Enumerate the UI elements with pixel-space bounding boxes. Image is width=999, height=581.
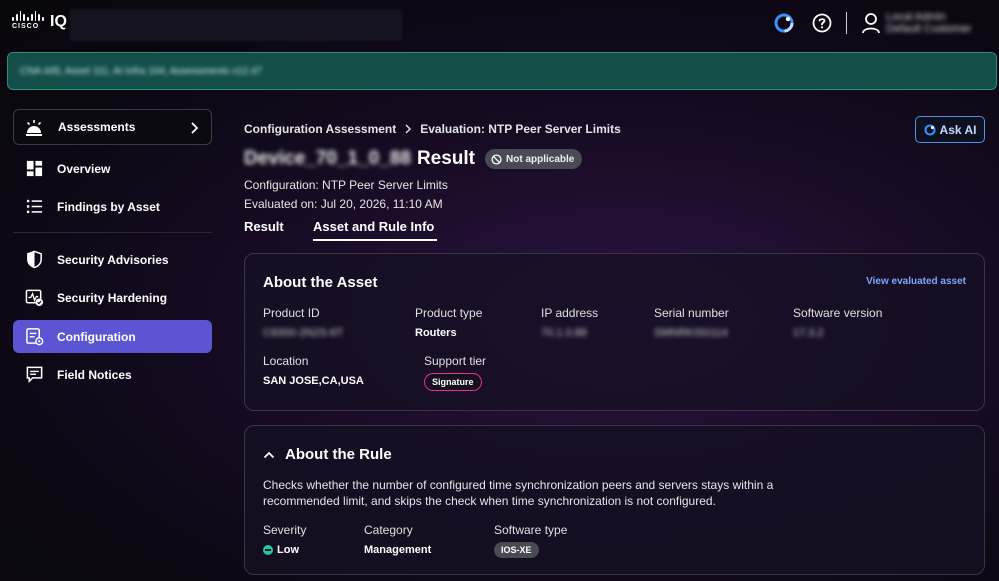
chevron-up-icon[interactable] [263,450,275,460]
field-category: Category Management [364,523,431,556]
user-menu[interactable]: Local Admin Default Customer [886,11,972,35]
sidebar-item-label: Security Hardening [57,290,168,305]
breadcrumb-current: Evaluation: NTP Peer Server Limits [420,122,621,136]
field-location: Location SAN JOSE,CA,USA [263,354,364,387]
sidebar-item-label: Assessments [58,120,136,134]
field-label: Location [263,354,309,368]
top-bar: CISCO IQ Local Admin Default Customer [0,0,999,46]
device-name: Device_70_1_0_88 [244,148,411,169]
field-product-id: Product ID C8300-2N2S-6T [263,306,343,339]
sidebar-item-label: Field Notices [57,367,132,382]
ai-assistant-icon[interactable] [774,13,794,33]
sidebar-item-assessments[interactable]: Assessments [13,109,212,145]
info-banner: CNA 445, Asset 111, AI Infra 104, Assess… [7,52,997,90]
ai-assistant-icon [923,123,936,136]
sidebar-item-configuration[interactable]: Configuration [13,320,212,353]
list-icon [26,199,43,214]
field-label: Severity [263,523,307,537]
ask-ai-button[interactable]: Ask AI [915,116,985,143]
sidebar-item-label: Security Advisories [57,252,169,267]
field-software-version: Software version 17.3.2 [793,306,882,339]
result-title: Result [416,148,476,169]
sidebar-item-security-advisories[interactable]: Security Advisories [13,243,212,276]
logo-text: CISCO [12,23,40,30]
dashboard-icon [26,160,43,177]
app-name: IQ [50,13,67,30]
tab-asset-and-rule-info[interactable]: Asset and Rule Info [313,219,434,241]
rule-card-title: About the Rule [285,446,392,463]
logo-bars-icon [12,11,45,21]
sidebar-item-label: Configuration [57,329,136,344]
severity-value: Low [263,544,306,556]
asset-card: About the Asset View evaluated asset Pro… [244,253,985,411]
field-severity: Severity Low [263,523,306,556]
rule-card-header[interactable]: About the Rule [263,446,392,463]
field-label: Support tier [424,354,487,368]
field-label: Serial number [654,306,729,320]
field-label: Software type [494,523,568,537]
field-serial-number: Serial number SMNRKIS0114 [654,306,729,339]
user-org: Default Customer [886,23,972,35]
field-value: Management [364,544,432,556]
field-label: Product ID [263,306,320,320]
status-badge: Not applicable [485,149,583,169]
field-value: 70.1.0.88 [541,327,587,339]
breadcrumb: Configuration Assessment Evaluation: NTP… [244,122,621,136]
sidebar-item-overview[interactable]: Overview [13,152,212,185]
software-type-badge: IOS-XE [494,542,539,558]
tab-result[interactable]: Result [244,219,284,241]
config-icon [26,328,44,346]
hardening-icon [25,289,44,307]
user-name: Local Admin [886,11,946,23]
sidebar-divider [13,232,212,233]
field-value: C8300-2N2S-6T [263,327,344,339]
severity-low-icon [263,545,273,555]
breadcrumb-parent[interactable]: Configuration Assessment [244,122,396,136]
field-label: Category [364,523,413,537]
not-applicable-icon [491,153,502,165]
field-label: Software version [793,306,883,320]
field-ip-address: IP address 70.1.0.88 [541,306,598,339]
field-value: Routers [415,327,457,339]
header-divider [846,12,847,34]
ask-ai-label: Ask AI [939,122,977,137]
chevron-right-icon [405,124,412,134]
sidebar-item-label: Findings by Asset [57,199,160,214]
help-icon[interactable] [812,13,832,33]
field-product-type: Product type Routers [415,306,482,339]
user-avatar-icon[interactable] [861,12,881,34]
asset-card-title: About the Asset [263,274,378,291]
field-value: 17.3.2 [793,327,824,339]
cisco-logo[interactable]: CISCO [12,11,45,30]
field-label: IP address [541,306,599,320]
page-title: Device_70_1_0_88 Result Not applicable [244,148,583,170]
support-tier-badge: Signature [424,373,482,391]
notice-icon [26,366,43,383]
field-software-type: Software type IOS-XE [494,523,567,558]
severity-text: Low [277,544,299,556]
sidebar-item-label: Overview [57,161,111,176]
rule-description: Checks whether the number of configured … [263,478,774,508]
global-search-bar[interactable] [70,9,402,41]
configuration-meta: Configuration: NTP Peer Server Limits [244,178,448,192]
chevron-right-icon [191,122,199,134]
banner-text: CNA 445, Asset 111, AI Infra 104, Assess… [20,66,262,77]
view-evaluated-asset-link[interactable]: View evaluated asset [866,276,966,287]
shield-icon [27,250,42,269]
active-tab-indicator [313,239,437,241]
field-value: SAN JOSE,CA,USA [263,375,364,387]
evaluated-meta: Evaluated on: Jul 20, 2026, 11:10 AM [244,197,443,211]
assessments-icon [26,120,42,136]
field-support-tier: Support tier Signature [424,354,486,391]
sidebar-item-security-hardening[interactable]: Security Hardening [13,281,212,314]
field-label: Product type [415,306,483,320]
sidebar-item-field-notices[interactable]: Field Notices [13,358,212,391]
rule-card: About the Rule Checks whether the number… [244,425,985,575]
status-text: Not applicable [506,153,575,165]
field-value: SMNRKIS0114 [654,327,728,339]
sidebar-item-findings-by-asset[interactable]: Findings by Asset [13,190,212,223]
